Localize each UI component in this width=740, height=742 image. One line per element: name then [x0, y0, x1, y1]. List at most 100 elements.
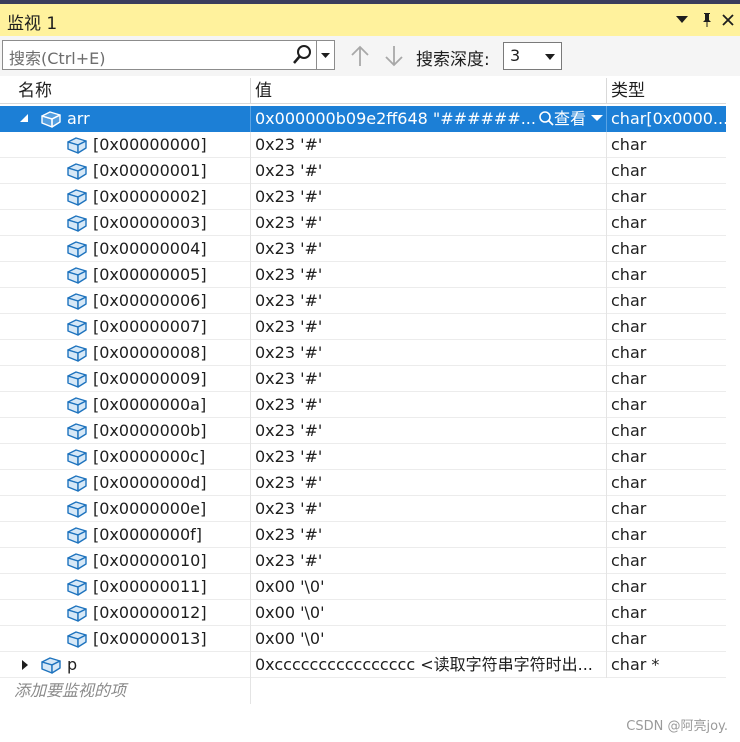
- value-cell[interactable]: 0x23 '#': [251, 470, 606, 495]
- view-button-label: 查看: [553, 109, 586, 128]
- watch-row[interactable]: [0x0000000c] 0x23 '#' char: [0, 444, 726, 470]
- watch-row[interactable]: [0x0000000a] 0x23 '#' char: [0, 392, 726, 418]
- value-cell[interactable]: 0x23 '#': [251, 132, 606, 157]
- watch-row[interactable]: [0x0000000f] 0x23 '#' char: [0, 522, 726, 548]
- name-cell[interactable]: [0x00000000]: [0, 132, 250, 157]
- name-cell[interactable]: [0x0000000e]: [0, 496, 250, 521]
- watch-row[interactable]: [0x00000004] 0x23 '#' char: [0, 236, 726, 262]
- column-header-name[interactable]: 名称: [14, 78, 250, 104]
- watch-row[interactable]: [0x00000002] 0x23 '#' char: [0, 184, 726, 210]
- watch-grid: arr 0x000000b09e2ff648 "######... 查看 char[0…: [0, 106, 726, 704]
- variable-cube-icon: [41, 657, 61, 674]
- name-cell[interactable]: arr: [0, 106, 250, 131]
- name-cell[interactable]: [0x0000000c]: [0, 444, 250, 469]
- value-cell[interactable]: 0x00 '\0': [251, 600, 606, 625]
- name-cell[interactable]: [0x00000008]: [0, 340, 250, 365]
- watch-row[interactable]: [0x00000003] 0x23 '#' char: [0, 210, 726, 236]
- value-cell[interactable]: 0x23 '#': [251, 522, 606, 547]
- pin-icon[interactable]: [700, 12, 714, 28]
- watch-row[interactable]: arr 0x000000b09e2ff648 "######... 查看 char[0…: [0, 106, 726, 132]
- variable-value: 0x23 '#': [255, 239, 323, 258]
- watch-row[interactable]: [0x00000001] 0x23 '#' char: [0, 158, 726, 184]
- dropdown-triangle-icon[interactable]: [676, 16, 688, 24]
- watch-row[interactable]: [0x00000010] 0x23 '#' char: [0, 548, 726, 574]
- variable-value: 0x23 '#': [255, 525, 323, 544]
- expand-triangle-icon[interactable]: [22, 660, 28, 670]
- find-next-arrow-icon[interactable]: [383, 44, 405, 68]
- variable-cube-icon: [67, 501, 87, 518]
- value-cell[interactable]: 0x00 '\0': [251, 574, 606, 599]
- value-cell[interactable]: 0x23 '#': [251, 418, 606, 443]
- value-cell[interactable]: 0x23 '#': [251, 548, 606, 573]
- watch-row[interactable]: [0x00000007] 0x23 '#' char: [0, 314, 726, 340]
- value-cell[interactable]: 0x23 '#': [251, 236, 606, 261]
- watch-row[interactable]: [0x00000005] 0x23 '#' char: [0, 262, 726, 288]
- search-input[interactable]: 搜索(Ctrl+E): [2, 40, 335, 70]
- value-cell[interactable]: 0x23 '#': [251, 184, 606, 209]
- value-cell[interactable]: 0x000000b09e2ff648 "######... 查看: [251, 106, 606, 131]
- name-cell[interactable]: [0x00000011]: [0, 574, 250, 599]
- column-header-value[interactable]: 值: [251, 78, 606, 104]
- value-cell[interactable]: 0x23 '#': [251, 210, 606, 235]
- text-visualizer-button[interactable]: 查看: [538, 106, 604, 131]
- variable-cube-icon: [67, 397, 87, 414]
- name-cell[interactable]: [0x00000003]: [0, 210, 250, 235]
- value-cell[interactable]: 0x23 '#': [251, 158, 606, 183]
- magnifier-icon: [539, 111, 554, 126]
- value-cell[interactable]: 0x23 '#': [251, 496, 606, 521]
- watch-row[interactable]: [0x00000012] 0x00 '\0' char: [0, 600, 726, 626]
- name-cell[interactable]: [0x00000004]: [0, 236, 250, 261]
- name-cell[interactable]: [0x0000000b]: [0, 418, 250, 443]
- variable-cube-icon: [67, 345, 87, 362]
- search-icon[interactable]: [292, 43, 312, 67]
- watch-row[interactable]: [0x0000000e] 0x23 '#' char: [0, 496, 726, 522]
- close-icon[interactable]: [722, 14, 734, 26]
- watch-row[interactable]: [0x0000000b] 0x23 '#' char: [0, 418, 726, 444]
- variable-cube-icon: [67, 189, 87, 206]
- variable-cube-icon: [41, 111, 61, 128]
- name-cell[interactable]: [0x00000013]: [0, 626, 250, 651]
- type-cell: char: [611, 239, 647, 258]
- watch-row[interactable]: p 0xcccccccccccccccc <读取字符串字符时出... char *: [0, 652, 726, 678]
- value-cell[interactable]: 0x23 '#': [251, 366, 606, 391]
- name-cell[interactable]: [0x00000009]: [0, 366, 250, 391]
- name-cell[interactable]: [0x00000006]: [0, 288, 250, 313]
- search-options-dropdown[interactable]: [316, 41, 334, 69]
- find-previous-arrow-icon[interactable]: [349, 44, 371, 68]
- variable-value: 0x00 '\0': [255, 577, 325, 596]
- collapse-triangle-icon[interactable]: [20, 114, 28, 122]
- search-depth-select[interactable]: 3: [503, 42, 562, 70]
- name-cell[interactable]: [0x00000010]: [0, 548, 250, 573]
- value-cell[interactable]: 0x23 '#': [251, 340, 606, 365]
- watch-row[interactable]: [0x00000006] 0x23 '#' char: [0, 288, 726, 314]
- value-cell[interactable]: 0x00 '\0': [251, 626, 606, 651]
- type-cell: char[0x0000...: [611, 109, 726, 128]
- value-cell[interactable]: 0x23 '#': [251, 288, 606, 313]
- name-cell[interactable]: [0x00000012]: [0, 600, 250, 625]
- watch-row[interactable]: [0x00000008] 0x23 '#' char: [0, 340, 726, 366]
- watch-row[interactable]: [0x00000013] 0x00 '\0' char: [0, 626, 726, 652]
- variable-name: [0x0000000e]: [93, 499, 207, 518]
- type-cell: char: [611, 577, 647, 596]
- watch-row[interactable]: [0x0000000d] 0x23 '#' char: [0, 470, 726, 496]
- name-cell[interactable]: [0x00000001]: [0, 158, 250, 183]
- column-header-type[interactable]: 类型: [607, 78, 726, 104]
- value-cell[interactable]: 0x23 '#': [251, 314, 606, 339]
- watch-row[interactable]: [0x00000009] 0x23 '#' char: [0, 366, 726, 392]
- add-watch-row[interactable]: 添加要监视的项: [0, 678, 726, 704]
- name-cell[interactable]: p: [0, 652, 250, 677]
- value-cell[interactable]: 0x23 '#': [251, 444, 606, 469]
- value-cell[interactable]: 0x23 '#': [251, 392, 606, 417]
- name-cell[interactable]: [0x00000005]: [0, 262, 250, 287]
- watch-row[interactable]: [0x00000000] 0x23 '#' char: [0, 132, 726, 158]
- name-cell[interactable]: [0x0000000a]: [0, 392, 250, 417]
- watch-row[interactable]: [0x00000011] 0x00 '\0' char: [0, 574, 726, 600]
- variable-cube-icon: [67, 163, 87, 180]
- name-cell[interactable]: [0x00000007]: [0, 314, 250, 339]
- value-cell[interactable]: 0xcccccccccccccccc <读取字符串字符时出...: [251, 652, 606, 677]
- name-cell[interactable]: [0x00000002]: [0, 184, 250, 209]
- name-cell[interactable]: [0x0000000d]: [0, 470, 250, 495]
- name-cell[interactable]: [0x0000000f]: [0, 522, 250, 547]
- value-cell[interactable]: 0x23 '#': [251, 262, 606, 287]
- type-cell: char: [611, 317, 647, 336]
